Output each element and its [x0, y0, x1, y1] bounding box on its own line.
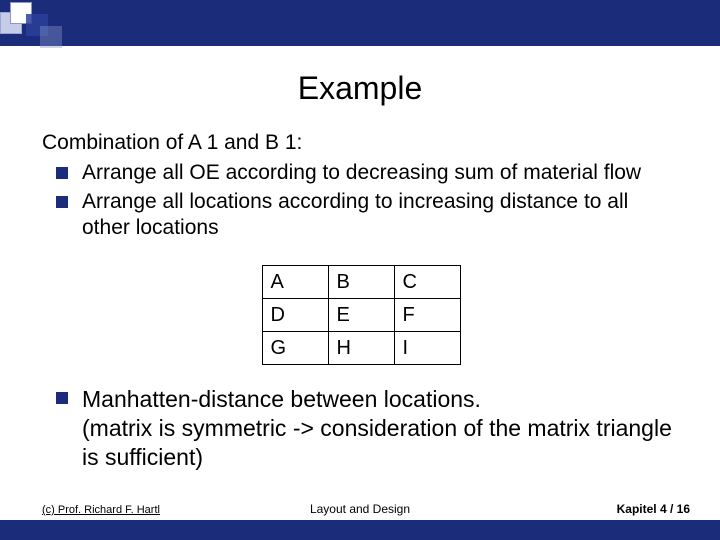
- body-content: Combination of A 1 and B 1: Arrange all …: [42, 130, 680, 471]
- cell: E: [328, 299, 394, 332]
- list-item: Arrange all OE according to decreasing s…: [42, 160, 680, 186]
- cell: H: [328, 332, 394, 365]
- cell: G: [262, 332, 328, 365]
- corner-decoration: [0, 0, 62, 46]
- cell: I: [394, 332, 460, 365]
- list-item-text: Manhatten-distance between locations.(ma…: [82, 385, 680, 471]
- location-grid: A B C D E F G H I: [42, 265, 680, 365]
- bullet-icon: [56, 196, 68, 208]
- cell: D: [262, 299, 328, 332]
- footer-center: Layout and Design: [0, 502, 720, 516]
- list-item: Manhatten-distance between locations.(ma…: [42, 385, 680, 471]
- footer-right: Kapitel 4 / 16: [617, 502, 690, 516]
- cell: C: [394, 266, 460, 299]
- list-item-text: Arrange all locations according to incre…: [82, 189, 680, 242]
- list-item: Arrange all locations according to incre…: [42, 189, 680, 242]
- cell: B: [328, 266, 394, 299]
- bottom-bar: [0, 520, 720, 540]
- cell: A: [262, 266, 328, 299]
- bullet-icon: [56, 392, 68, 404]
- table-row: A B C: [262, 266, 460, 299]
- slide: Example Combination of A 1 and B 1: Arra…: [0, 0, 720, 540]
- cell: F: [394, 299, 460, 332]
- top-bar: [0, 0, 720, 46]
- bullet-icon: [56, 167, 68, 179]
- table-row: D E F: [262, 299, 460, 332]
- list-item-text: Arrange all OE according to decreasing s…: [82, 160, 680, 186]
- table-row: G H I: [262, 332, 460, 365]
- slide-title: Example: [0, 70, 720, 107]
- intro-text: Combination of A 1 and B 1:: [42, 130, 680, 156]
